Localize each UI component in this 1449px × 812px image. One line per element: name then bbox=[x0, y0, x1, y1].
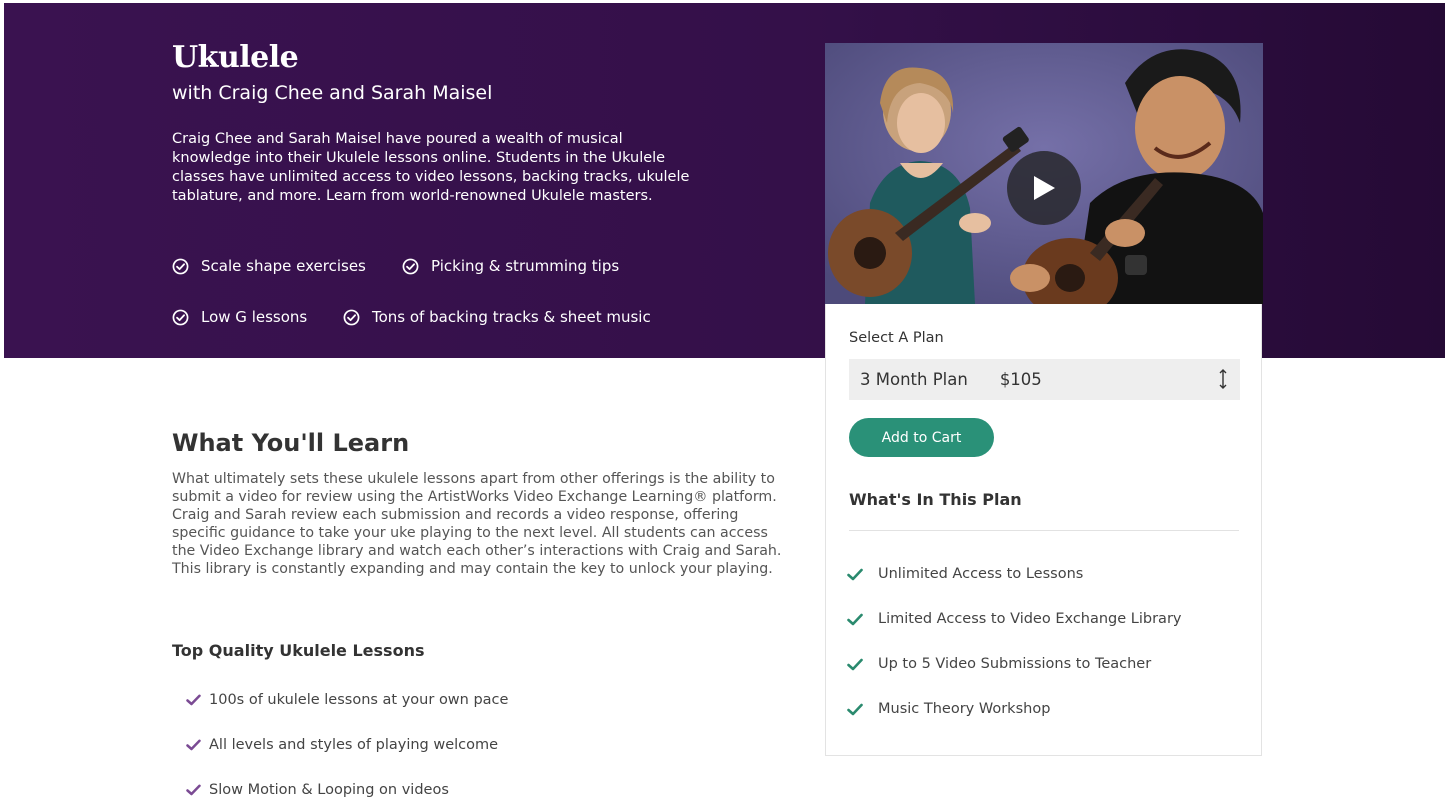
lesson-feature-item: Slow Motion & Looping on videos bbox=[186, 782, 449, 798]
plan-card: Select A Plan 3 Month Plan $105 Add to C… bbox=[825, 304, 1262, 756]
select-plan-label: Select A Plan bbox=[849, 330, 944, 346]
section-title: What You'll Learn bbox=[172, 429, 410, 457]
lesson-feature-item: 100s of ukulele lessons at your own pace bbox=[186, 692, 508, 708]
feature-item: Tons of backing tracks & sheet music bbox=[343, 308, 651, 326]
checkmark-icon bbox=[847, 658, 863, 670]
plan-select-price: $105 bbox=[999, 370, 1042, 389]
page-title: Ukulele bbox=[172, 40, 299, 75]
plan-feature-item: Unlimited Access to Lessons bbox=[847, 566, 1083, 582]
plan-feature-item: Limited Access to Video Exchange Library bbox=[847, 611, 1182, 627]
checkmark-icon bbox=[186, 694, 201, 706]
sort-arrows-icon bbox=[1219, 369, 1227, 389]
feature-item: Scale shape exercises bbox=[172, 257, 366, 275]
feature-label: Scale shape exercises bbox=[201, 257, 366, 275]
plan-feature-label: Unlimited Access to Lessons bbox=[878, 566, 1084, 582]
check-circle-icon bbox=[172, 309, 189, 325]
plan-feature-label: Up to 5 Video Submissions to Teacher bbox=[878, 656, 1152, 672]
plan-feature-label: Music Theory Workshop bbox=[878, 701, 1051, 717]
feature-item: Picking & strumming tips bbox=[402, 257, 619, 275]
checkmark-icon bbox=[847, 703, 863, 715]
plan-feature-item: Music Theory Workshop bbox=[847, 701, 1050, 717]
check-circle-icon bbox=[402, 258, 419, 274]
video-player[interactable] bbox=[825, 43, 1263, 304]
plan-feature-label: Limited Access to Video Exchange Library bbox=[878, 611, 1182, 627]
plan-contents-heading: What's In This Plan bbox=[849, 490, 1022, 509]
checkmark-icon bbox=[186, 739, 201, 751]
checkmark-icon bbox=[847, 568, 863, 580]
feature-label: Picking & strumming tips bbox=[431, 257, 620, 275]
check-circle-icon bbox=[343, 309, 360, 325]
lesson-feature-label: All levels and styles of playing welcome bbox=[209, 737, 499, 753]
hero-description: Craig Chee and Sarah Maisel have poured … bbox=[172, 131, 690, 204]
lesson-feature-item: All levels and styles of playing welcome bbox=[186, 737, 498, 753]
section-body: What ultimately sets these ukulele lesso… bbox=[172, 471, 782, 577]
checkmark-icon bbox=[186, 784, 201, 796]
plan-select-name: 3 Month Plan bbox=[860, 370, 968, 389]
play-icon bbox=[1034, 176, 1055, 200]
feature-label: Tons of backing tracks & sheet music bbox=[372, 308, 651, 326]
lesson-feature-label: 100s of ukulele lessons at your own pace bbox=[209, 692, 509, 708]
add-to-cart-button[interactable]: Add to Cart bbox=[849, 418, 994, 457]
subsection-title: Top Quality Ukulele Lessons bbox=[172, 641, 425, 660]
checkmark-icon bbox=[847, 613, 863, 625]
page-subtitle: with Craig Chee and Sarah Maisel bbox=[172, 82, 493, 104]
play-button[interactable] bbox=[1007, 151, 1081, 225]
feature-label: Low G lessons bbox=[201, 308, 308, 326]
feature-item: Low G lessons bbox=[172, 308, 307, 326]
plan-select[interactable]: 3 Month Plan $105 bbox=[849, 359, 1240, 400]
check-circle-icon bbox=[172, 258, 189, 274]
divider bbox=[849, 530, 1239, 531]
lesson-feature-label: Slow Motion & Looping on videos bbox=[209, 782, 449, 798]
plan-feature-item: Up to 5 Video Submissions to Teacher bbox=[847, 656, 1151, 672]
